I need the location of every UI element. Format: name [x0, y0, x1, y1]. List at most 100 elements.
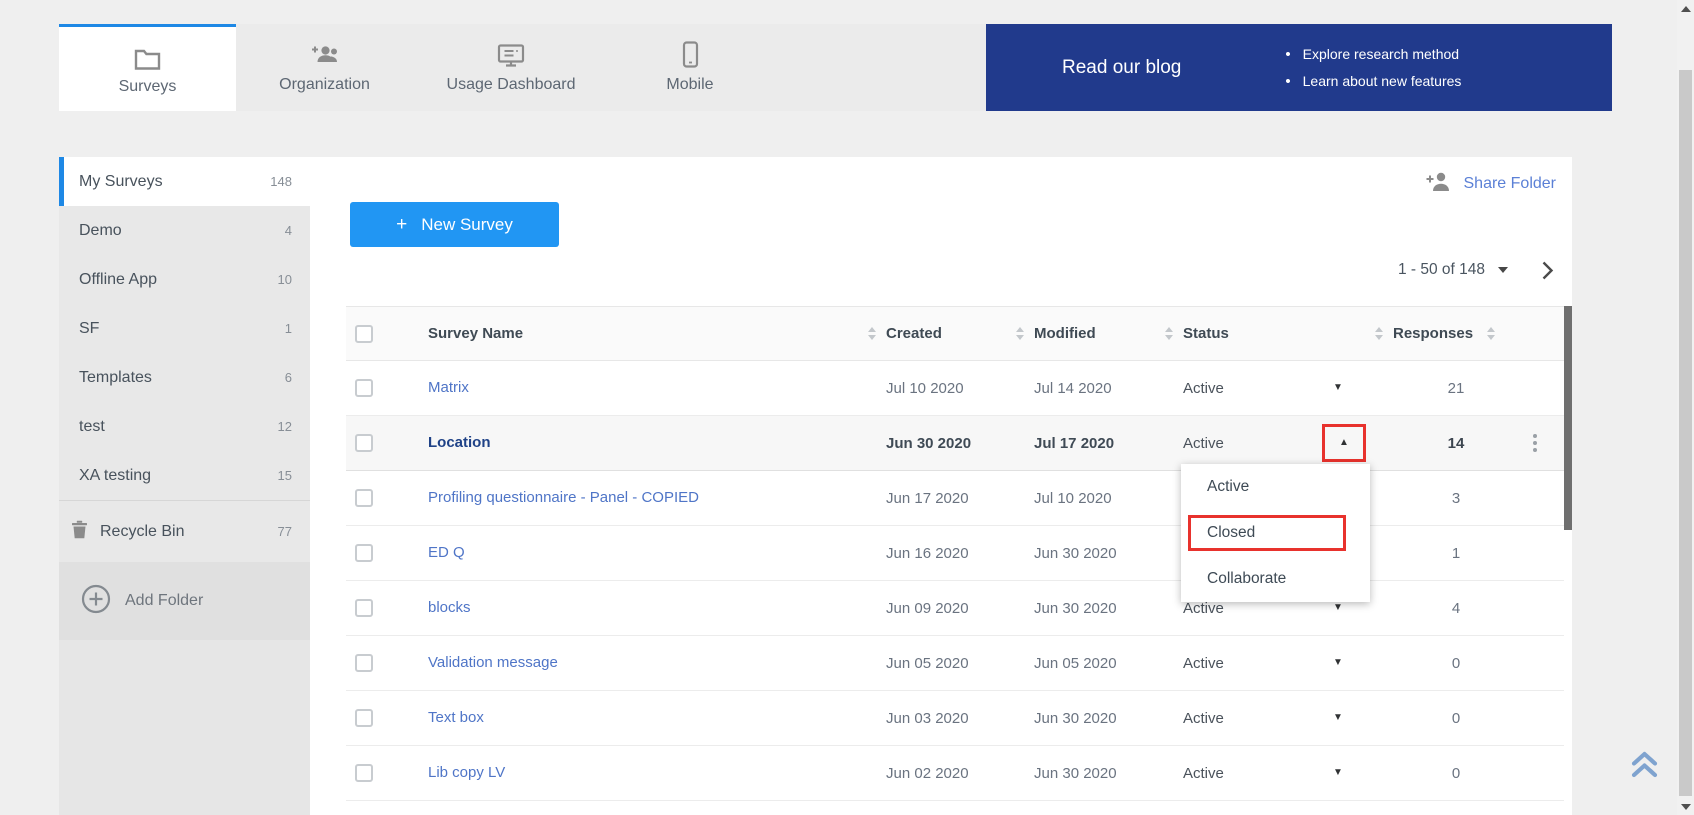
modified-date: Jun 05 2020 — [1034, 655, 1183, 672]
survey-name-link[interactable]: Location — [428, 434, 491, 451]
created-date: Jun 30 2020 — [886, 435, 1034, 452]
status-value: Active — [1183, 600, 1224, 617]
tab-strip: Surveys Organization — [59, 24, 986, 111]
status-dropdown-trigger[interactable]: Active ▲ — [1183, 416, 1393, 470]
new-survey-button[interactable]: + New Survey — [350, 202, 559, 247]
table-row: Matrix Jul 10 2020 Jul 14 2020 Active ▼ … — [346, 361, 1564, 416]
folder-label: XA testing — [79, 467, 151, 485]
new-survey-label: New Survey — [421, 215, 513, 235]
sort-icon[interactable] — [868, 327, 876, 340]
sort-icon[interactable] — [1016, 327, 1024, 340]
survey-name-link[interactable]: Matrix — [428, 379, 469, 396]
table-row: ED Q Jun 16 2020 Jun 30 2020 ▼ 1 — [346, 526, 1564, 581]
modified-date: Jul 17 2020 — [1034, 435, 1183, 452]
sort-icon[interactable] — [1375, 327, 1383, 340]
sort-icon[interactable] — [1487, 327, 1495, 340]
status-dropdown-trigger[interactable]: Active ▼ — [1183, 746, 1393, 800]
sidebar-folder-item[interactable]: SF 1 — [59, 304, 310, 353]
row-checkbox[interactable] — [355, 599, 373, 617]
responses-count: 3 — [1393, 490, 1505, 507]
blog-banner[interactable]: Read our blog Explore research method Le… — [986, 24, 1612, 111]
scrollbar-down-arrow-icon[interactable] — [1681, 804, 1691, 810]
folder-label: My Surveys — [79, 173, 163, 191]
status-dropdown-trigger[interactable]: Active ▼ — [1183, 361, 1393, 415]
option-label: Collaborate — [1207, 570, 1286, 588]
status-caret-icon[interactable]: ▼ — [1333, 768, 1343, 778]
survey-name-link[interactable]: Profiling questionnaire - Panel - COPIED — [428, 489, 699, 506]
select-all-checkbox[interactable] — [355, 325, 373, 343]
column-header-created[interactable]: Created — [886, 307, 1034, 360]
sidebar-folder-item[interactable]: test 12 — [59, 402, 310, 451]
pagination-range-label: 1 - 50 of 148 — [1398, 261, 1485, 279]
people-add-icon — [309, 41, 341, 68]
page-scrollbar-thumb[interactable] — [1679, 70, 1692, 796]
banner-title: Read our blog — [1062, 57, 1181, 79]
add-folder-button[interactable]: Add Folder — [59, 562, 310, 640]
responses-count: 0 — [1393, 710, 1505, 727]
status-dropdown-option[interactable]: Collaborate — [1181, 556, 1370, 602]
row-checkbox[interactable] — [355, 544, 373, 562]
created-date: Jun 17 2020 — [886, 490, 1034, 507]
folder-count: 1 — [285, 321, 292, 336]
status-dropdown-option[interactable]: Closed — [1181, 510, 1370, 556]
status-dropdown-trigger[interactable]: Active ▼ — [1183, 636, 1393, 690]
status-caret-icon[interactable]: ▲ — [1322, 424, 1366, 462]
status-dropdown-trigger[interactable]: Active ▼ — [1183, 691, 1393, 745]
column-header-status[interactable]: Status — [1183, 307, 1393, 360]
survey-name-link[interactable]: ED Q — [428, 544, 465, 561]
row-checkbox[interactable] — [355, 434, 373, 452]
tab-organization[interactable]: Organization — [236, 24, 413, 111]
sidebar-folder-item[interactable]: Demo 4 — [59, 206, 310, 255]
share-folder-button[interactable]: Share Folder — [1425, 171, 1557, 197]
column-header-responses[interactable]: Responses — [1393, 307, 1505, 360]
responses-count: 1 — [1393, 545, 1505, 562]
row-checkbox[interactable] — [355, 764, 373, 782]
folder-count: 148 — [270, 174, 292, 189]
row-checkbox[interactable] — [355, 379, 373, 397]
sidebar-folder-item[interactable]: Offline App 10 — [59, 255, 310, 304]
table-row: blocks Jun 09 2020 Jun 30 2020 Active ▼ … — [346, 581, 1564, 636]
table-scrollbar-thumb[interactable] — [1564, 306, 1572, 530]
sort-icon[interactable] — [1165, 327, 1173, 340]
status-caret-icon[interactable]: ▼ — [1333, 383, 1343, 393]
column-header-survey-name[interactable]: Survey Name — [428, 307, 886, 360]
row-checkbox[interactable] — [355, 654, 373, 672]
status-caret-icon[interactable]: ▼ — [1333, 713, 1343, 723]
pagination-range-dropdown[interactable]: 1 - 50 of 148 — [1398, 261, 1508, 279]
table-header: Survey Name Created Modified Status Resp… — [346, 306, 1564, 361]
survey-name-link[interactable]: Validation message — [428, 654, 558, 671]
page-scrollbar[interactable] — [1677, 0, 1694, 815]
scroll-to-top-button[interactable] — [1628, 750, 1661, 784]
created-date: Jun 02 2020 — [886, 765, 1034, 782]
status-dropdown-option[interactable]: Active — [1181, 464, 1370, 510]
survey-name-link[interactable]: Lib copy LV — [428, 764, 505, 781]
survey-name-link[interactable]: Text box — [428, 709, 484, 726]
responses-count: 0 — [1393, 655, 1505, 672]
created-date: Jun 03 2020 — [886, 710, 1034, 727]
responses-count: 4 — [1393, 600, 1505, 617]
next-page-button[interactable] — [1534, 257, 1560, 283]
folder-icon — [134, 43, 161, 70]
chevron-right-icon — [1541, 260, 1554, 281]
status-value: Active — [1183, 710, 1224, 727]
kebab-menu-icon[interactable] — [1529, 430, 1541, 456]
tab-surveys[interactable]: Surveys — [59, 24, 236, 111]
row-checkbox[interactable] — [355, 489, 373, 507]
sidebar-item-recycle-bin[interactable]: Recycle Bin 77 — [59, 500, 310, 562]
survey-name-link[interactable]: blocks — [428, 599, 471, 616]
column-header-modified[interactable]: Modified — [1034, 307, 1183, 360]
sidebar-folder-item[interactable]: My Surveys 148 — [59, 157, 310, 206]
tab-label: Mobile — [666, 76, 713, 94]
sidebar-folder-item[interactable]: XA testing 15 — [59, 451, 310, 500]
tab-mobile[interactable]: Mobile — [609, 24, 771, 111]
status-caret-icon[interactable]: ▼ — [1333, 658, 1343, 668]
status-caret-icon[interactable]: ▼ — [1333, 603, 1343, 613]
row-checkbox[interactable] — [355, 709, 373, 727]
table-row: Profiling questionnaire - Panel - COPIED… — [346, 471, 1564, 526]
sidebar-folder-item[interactable]: Templates 6 — [59, 353, 310, 402]
caret-down-icon — [1498, 267, 1508, 273]
tab-usage-dashboard[interactable]: Usage Dashboard — [413, 24, 609, 111]
scrollbar-up-arrow-icon[interactable] — [1681, 6, 1691, 12]
modified-date: Jun 30 2020 — [1034, 600, 1183, 617]
plus-circle-icon — [81, 584, 111, 619]
